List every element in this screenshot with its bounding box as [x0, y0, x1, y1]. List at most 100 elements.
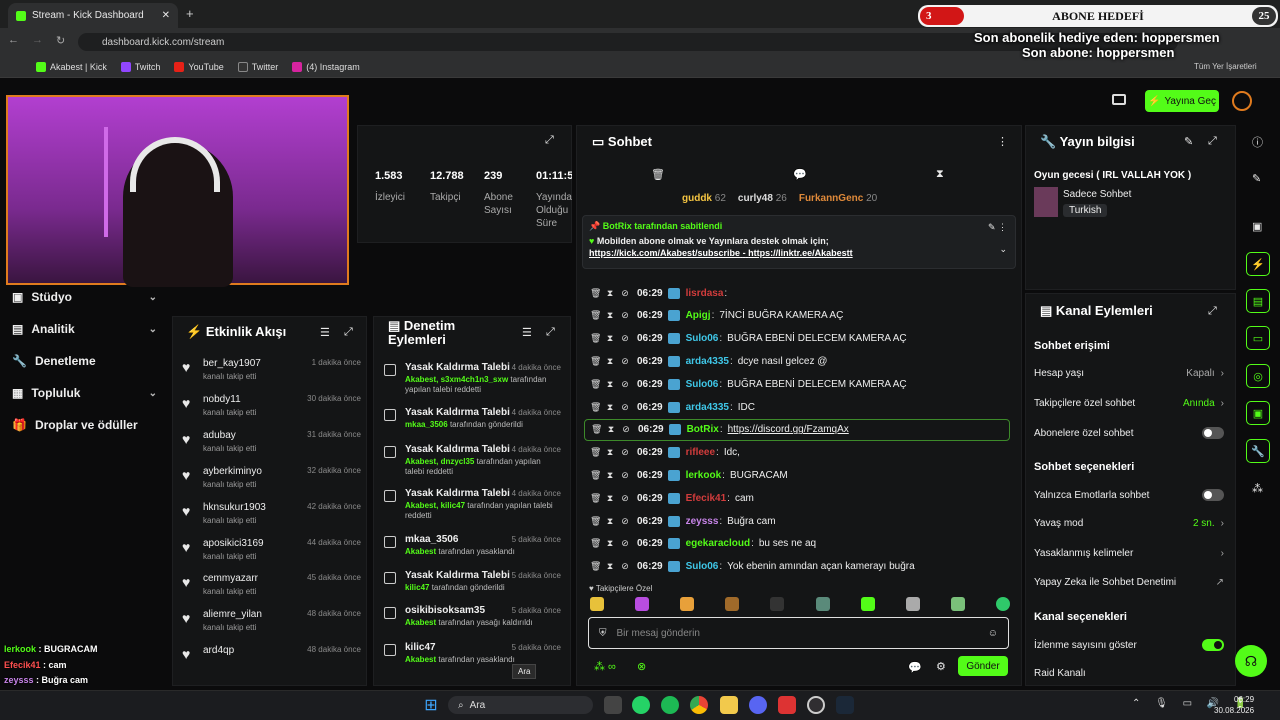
- moderation-actor[interactable]: Akabest: [405, 618, 436, 627]
- chat-tools-icon[interactable]: ⁂ ∞: [594, 660, 616, 673]
- sidebar-item-community[interactable]: ▦ Topluluk ⌄: [12, 383, 157, 403]
- screen-icon[interactable]: ▣: [1252, 220, 1262, 233]
- clock[interactable]: 06:29 30.08.2026: [1214, 694, 1254, 716]
- hourglass-icon[interactable]: ⧗: [605, 379, 615, 390]
- moderation-actor[interactable]: Akabest, s3xm4ch1n3_sxw: [405, 375, 508, 384]
- hourglass-icon[interactable]: ⧗: [605, 333, 615, 344]
- trash-icon[interactable]: 🗑: [590, 538, 601, 549]
- chat-username[interactable]: Sulo06: [686, 333, 719, 344]
- expand-icon[interactable]: ⤢: [1208, 135, 1217, 148]
- chat-username[interactable]: BotRix: [687, 424, 719, 435]
- ai-moderation-row[interactable]: Yapay Zeka ile Sohbet Denetimi ↗: [1034, 577, 1224, 588]
- ban-icon[interactable]: ⊘: [620, 447, 630, 458]
- activity-username[interactable]: adubay: [203, 430, 236, 441]
- chat-input[interactable]: ⛨ Bir mesaj gönderin ☺: [588, 617, 1009, 649]
- reload-icon[interactable]: ↻: [56, 34, 65, 47]
- chevron-down-icon[interactable]: ⌄: [999, 244, 1007, 255]
- edit-icon[interactable]: ✎: [1252, 172, 1261, 185]
- rail-wrench-icon[interactable]: 🔧: [1246, 439, 1270, 463]
- rail-apps-icon[interactable]: ⁂: [1252, 482, 1263, 495]
- steam-icon[interactable]: [836, 696, 854, 714]
- user-menu-icon[interactable]: [1232, 91, 1252, 111]
- trash-icon[interactable]: 🗑: [591, 424, 602, 435]
- account-age-row[interactable]: Hesap yaşı Kapalı ›: [1034, 368, 1224, 379]
- trash-icon[interactable]: 🗑: [590, 379, 601, 390]
- hourglass-icon[interactable]: ⧗: [605, 470, 615, 481]
- send-button[interactable]: Gönder: [958, 656, 1008, 676]
- rail-chat-icon[interactable]: ▭: [1246, 326, 1270, 350]
- hourglass-icon[interactable]: ⧗: [605, 538, 615, 549]
- ban-icon[interactable]: ⊘: [620, 516, 630, 527]
- file-explorer-icon[interactable]: [720, 696, 738, 714]
- ban-icon[interactable]: ⊘: [620, 310, 630, 321]
- ban-icon[interactable]: ⊘: [620, 470, 630, 481]
- moderation-actor[interactable]: kilic47: [405, 583, 429, 592]
- activity-username[interactable]: ard4qp: [203, 645, 234, 656]
- trash-icon[interactable]: 🗑: [590, 310, 601, 321]
- moderation-actor[interactable]: Akabest: [405, 655, 436, 664]
- sidebar-item-analytics[interactable]: ▤ Analitik ⌄: [12, 319, 157, 339]
- trash-icon[interactable]: 🗑: [590, 470, 601, 481]
- trash-icon[interactable]: 🗑: [590, 356, 601, 367]
- ban-icon[interactable]: ⊘: [620, 538, 630, 549]
- pin-action-icon[interactable]: ✎ ⋮: [988, 222, 1007, 233]
- expand-icon[interactable]: ⤢: [546, 326, 555, 339]
- rail-target-icon[interactable]: ◎: [1246, 364, 1270, 388]
- slow-mode-row[interactable]: Yavaş mod 2 sn. ›: [1034, 518, 1224, 529]
- chat-username[interactable]: egekaracloud: [686, 538, 750, 549]
- chat-username[interactable]: Sulo06: [686, 379, 719, 390]
- category[interactable]: Sadece Sohbet: [1063, 189, 1131, 200]
- forward-icon[interactable]: →: [32, 34, 43, 46]
- bookmark-twitter[interactable]: Twitter: [237, 61, 278, 72]
- pinned-link-subscribe[interactable]: https://kick.com/Akabest/subscribe: [589, 248, 740, 258]
- emotes-only-row[interactable]: Yalnızca Emotlarla sohbet: [1034, 489, 1224, 501]
- rail-bolt-icon[interactable]: ⚡: [1246, 252, 1270, 276]
- hourglass-icon[interactable]: ⧗: [605, 288, 615, 299]
- activity-username[interactable]: cemmyazarr: [203, 573, 258, 584]
- chat-username[interactable]: lerkook: [686, 470, 722, 481]
- browser-tab[interactable]: Stream - Kick Dashboard ✕: [8, 3, 178, 28]
- activity-username[interactable]: aliemre_yilan: [203, 609, 262, 620]
- sidebar-item-moderation[interactable]: 🔧 Denetleme: [12, 351, 157, 371]
- expand-icon[interactable]: ⤢: [344, 326, 353, 339]
- followers-chat-row[interactable]: Takipçilere özel sohbet Anında ›: [1034, 398, 1224, 409]
- emote-strip[interactable]: [590, 597, 1010, 613]
- hourglass-icon[interactable]: ⧗: [605, 516, 615, 527]
- bookmark-twitch[interactable]: Twitch: [120, 61, 160, 72]
- activity-username[interactable]: nobdy11: [203, 394, 241, 405]
- chat-username[interactable]: zeysss: [686, 516, 719, 527]
- hourglass-icon[interactable]: ⧗: [605, 561, 615, 572]
- back-icon[interactable]: ←: [8, 34, 19, 46]
- trash-icon[interactable]: 🗑: [651, 168, 665, 181]
- screen-icon[interactable]: [1112, 94, 1126, 105]
- chat-username[interactable]: Apigj: [686, 310, 711, 321]
- comment-icon[interactable]: 💬: [793, 168, 807, 181]
- trash-icon[interactable]: 🗑: [590, 493, 601, 504]
- hourglass-icon[interactable]: ⧗: [605, 402, 615, 413]
- hourglass-icon[interactable]: ⧗: [605, 447, 615, 458]
- edit-icon[interactable]: ✎: [1184, 135, 1193, 148]
- more-icon[interactable]: ⋮: [997, 135, 1008, 148]
- hourglass-icon[interactable]: ⧗: [605, 356, 615, 367]
- filter-icon[interactable]: ☰: [522, 326, 532, 339]
- trash-icon[interactable]: 🗑: [590, 561, 601, 572]
- hourglass-icon[interactable]: ⧗: [605, 310, 615, 321]
- timer-icon[interactable]: ⊗: [637, 660, 646, 673]
- trash-icon[interactable]: 🗑: [590, 288, 601, 299]
- all-bookmarks[interactable]: Tüm Yer İşaretleri: [1194, 62, 1257, 71]
- ban-icon[interactable]: ⊘: [620, 333, 630, 344]
- support-icon[interactable]: ☊: [1235, 645, 1267, 677]
- whatsapp-icon[interactable]: [632, 696, 650, 714]
- subs-chat-row[interactable]: Abonelere özel sohbet: [1034, 427, 1224, 439]
- rail-list-icon[interactable]: ▤: [1246, 289, 1270, 313]
- sidebar-item-studio[interactable]: ▣ Stüdyo ⌄: [12, 287, 157, 307]
- ban-icon[interactable]: ⊘: [620, 379, 630, 390]
- taskbar-search[interactable]: ⌕ Ara: [448, 696, 593, 714]
- sidebar-item-drops[interactable]: 🎁 Droplar ve ödüller: [12, 415, 157, 435]
- trash-icon[interactable]: 🗑: [590, 333, 601, 344]
- bookmark-instagram[interactable]: (4) Instagram: [292, 61, 360, 72]
- ban-icon[interactable]: ⊘: [620, 493, 630, 504]
- bookmark-youtube[interactable]: YouTube: [174, 61, 224, 72]
- settings-icon[interactable]: ⚙: [936, 660, 946, 673]
- go-live-button[interactable]: ⚡ Yayına Geç: [1145, 90, 1219, 112]
